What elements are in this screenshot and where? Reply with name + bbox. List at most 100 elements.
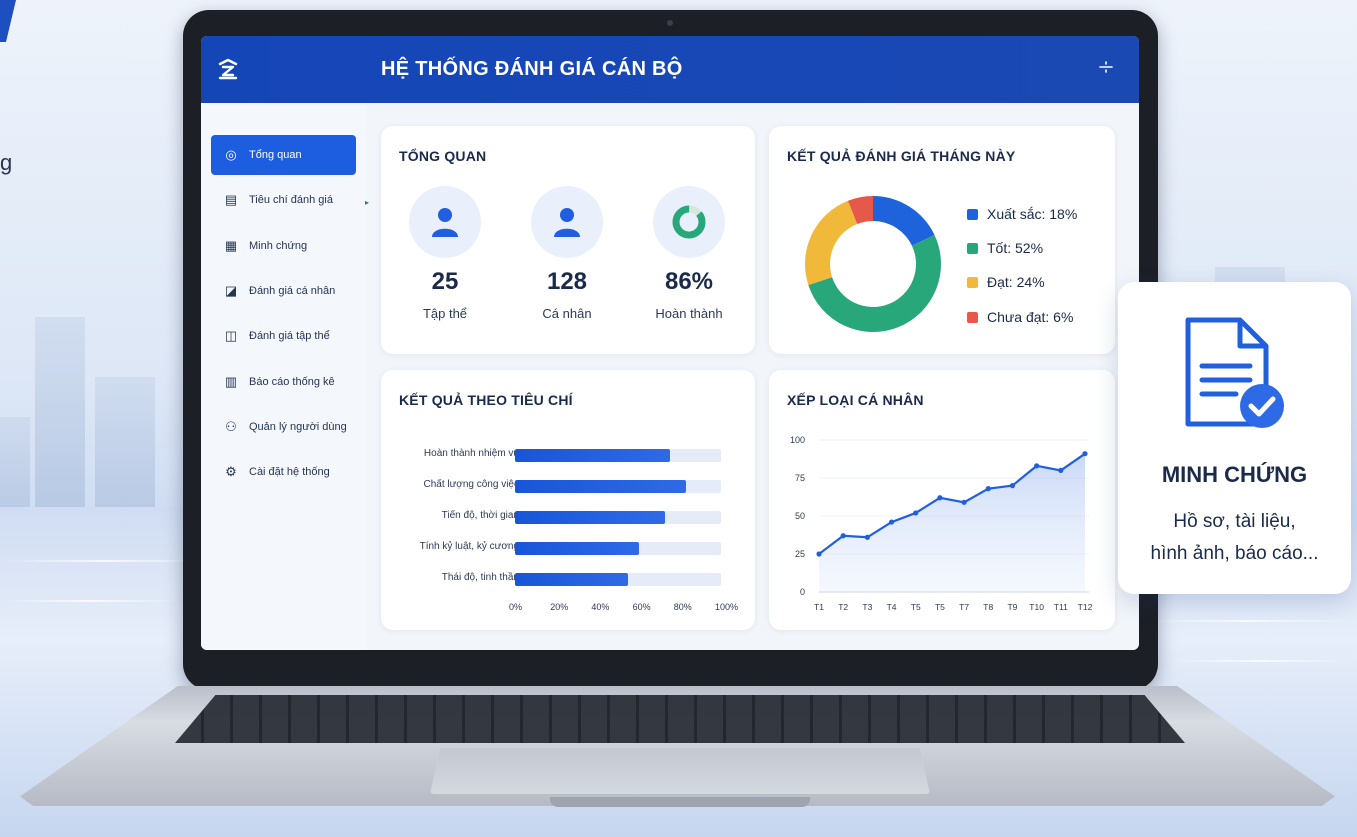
bar-row: Chất lượng công việc: [381, 479, 741, 493]
data-point: [840, 533, 846, 539]
sidebar: ◎ Tổng quan ▤ Tiêu chí đánh giá ▦ Minh chứng ◪…: [201, 103, 367, 650]
legend-label: Xuất sắc: 18%: [987, 206, 1078, 222]
stat-value: 25: [431, 268, 459, 295]
ranking-line-chart: 0 25 50 75 100 T1 T2 T3 T4 T5 T5 T7 T8 T9 T10 T11 T12: [790, 435, 1093, 612]
data-point: [913, 510, 919, 516]
sidebar-item-label: Đánh giá cá nhân: [249, 284, 336, 297]
stat-individuals[interactable]: 128 Cá nhân: [512, 186, 622, 321]
x-tick-label: T10: [1029, 602, 1044, 612]
x-tick-label: 0%: [509, 602, 523, 612]
bar: [515, 511, 666, 524]
overview-title: TỔNG QUAN: [399, 148, 487, 164]
y-tick-label: 100: [790, 435, 805, 445]
x-tick-label: T5: [935, 602, 945, 612]
ranking-card: XẾP LOẠI CÁ NHÂN 0 25 50 75 100 T1 T2 T3 T4 T5 T5 T…: [769, 370, 1115, 630]
data-point: [937, 495, 943, 501]
criteria-icon: ▤: [224, 192, 238, 208]
x-tick-label: T3: [862, 602, 872, 612]
bar-track: [515, 511, 721, 524]
app-logo-icon[interactable]: [217, 58, 239, 86]
bar-row: Tiến độ, thời gian: [381, 510, 741, 524]
legend-label: Chưa đạt: 6%: [987, 309, 1074, 325]
bar-label: Tính kỷ luật, kỷ cương: [419, 541, 519, 552]
users-icon: ⚇: [225, 418, 237, 434]
x-tick-label: T7: [959, 602, 969, 612]
x-tick-label: T2: [838, 602, 848, 612]
laptop-lip: [550, 797, 810, 807]
dashboard-icon: ◎: [225, 147, 237, 162]
stat-label: Cá nhân: [542, 306, 592, 321]
x-tick-label: T8: [983, 602, 993, 612]
person-icon: [531, 186, 603, 258]
sidebar-item[interactable]: ▤ Tiêu chí đánh giá: [211, 180, 356, 220]
evidence-icon: ▦: [224, 237, 238, 253]
legend-excellent: Xuất sắc: 18%: [967, 206, 1077, 222]
legend-good: Tốt: 52%: [967, 240, 1043, 256]
sidebar-item-label: Minh chứng: [249, 239, 308, 252]
progress-ring-icon: [653, 186, 725, 258]
data-point: [961, 499, 967, 505]
data-point: [1058, 467, 1064, 473]
x-tick-label: T9: [1007, 602, 1017, 612]
bar-label: Chất lượng công việc: [423, 479, 519, 490]
bar: [515, 449, 670, 462]
sidebar-item[interactable]: ◎ Tổng quan: [211, 135, 356, 175]
x-tick-label: 80%: [673, 602, 692, 612]
stat-label: Hoàn thành: [655, 306, 723, 321]
data-point: [1082, 451, 1088, 457]
legend-label: Tốt: 52%: [987, 240, 1044, 256]
bar-track: [515, 480, 721, 493]
group-icon: [409, 186, 481, 258]
sidebar-item-label: Tổng quan: [249, 149, 302, 161]
legend-label: Đạt: 24%: [987, 274, 1045, 290]
y-tick-label: 50: [795, 511, 805, 521]
evidence-card-line: Hồ sơ, tài liệu,: [1173, 511, 1296, 532]
sidebar-item[interactable]: ⚇ Quản lý người dùng: [211, 407, 356, 447]
report-icon: ▥: [224, 373, 238, 389]
x-tick-label: T12: [1078, 602, 1093, 612]
x-tick-label: 40%: [591, 602, 610, 612]
top-bar: HỆ THỐNG ĐÁNH GIÁ CÁN BỘ: [201, 36, 1139, 103]
stat-value: 86%: [664, 268, 714, 295]
stat-completion[interactable]: 86% Hoàn thành: [634, 186, 744, 321]
sidebar-item[interactable]: ◪ Đánh giá cá nhân: [211, 271, 356, 311]
bar-track: [515, 449, 721, 462]
app-screen: HỆ THỐNG ĐÁNH GIÁ CÁN BỘ ◎ Tổng quan ▤ Tiêu…: [201, 36, 1139, 650]
bar: [515, 573, 629, 586]
sidebar-item[interactable]: ▦ Minh chứng: [211, 226, 356, 266]
x-tick-label: 100%: [715, 602, 739, 612]
bar-row: Thái độ, tinh thần: [381, 572, 741, 586]
stat-teams[interactable]: 25 Tập thể: [390, 186, 500, 321]
sidebar-item[interactable]: ▥ Báo cáo thống kê: [211, 362, 356, 402]
x-tick-label: 20%: [550, 602, 569, 612]
team-review-icon: ◫: [224, 328, 238, 344]
sidebar-item[interactable]: ◫ Đánh giá tập thể: [211, 316, 356, 356]
bar-row: Tính kỷ luật, kỷ cương: [381, 541, 741, 555]
monthly-title: KẾT QUẢ ĐÁNH GIÁ THÁNG NÀY: [787, 148, 1016, 164]
sidebar-item-label: Báo cáo thống kê: [249, 375, 335, 388]
criteria-bar-chart: Hoàn thành nhiệm vụ Chất lượng công việc T…: [381, 370, 755, 630]
data-point: [985, 486, 991, 492]
sidebar-item[interactable]: ⚙ Cài đặt hệ thống: [211, 452, 356, 492]
x-tick-label: 60%: [632, 602, 651, 612]
document-check-icon: [1180, 316, 1290, 441]
evidence-card[interactable]: MINH CHỨNG Hồ sơ, tài liệu, hình ảnh, bá…: [1118, 282, 1351, 594]
menu-icon[interactable]: [1099, 60, 1113, 79]
bar: [515, 542, 639, 555]
keyboard: [175, 695, 1185, 743]
bar-track: [515, 542, 721, 555]
bar: [515, 480, 686, 493]
sidebar-item-label: Đánh giá tập thể: [249, 330, 330, 343]
stat-value: 128: [546, 268, 588, 295]
sidebar-item-label: Tiêu chí đánh giá: [249, 194, 333, 207]
monthly-results-card: KẾT QUẢ ĐÁNH GIÁ THÁNG NÀY Xuất sắc: 18%…: [769, 126, 1115, 354]
settings-icon: ⚙: [225, 464, 237, 480]
donut-chart: [805, 196, 941, 332]
data-point: [1034, 463, 1040, 469]
stat-label: Tập thể: [422, 306, 468, 321]
donut-slice: [873, 196, 935, 246]
sidebar-item-label: Quản lý người dùng: [249, 420, 347, 433]
evidence-card-title: MINH CHỨNG: [1161, 462, 1308, 487]
data-point: [888, 519, 895, 525]
overview-card: TỔNG QUAN 25 Tập thể 128 Cá nhân 86% Hoà…: [381, 126, 755, 354]
